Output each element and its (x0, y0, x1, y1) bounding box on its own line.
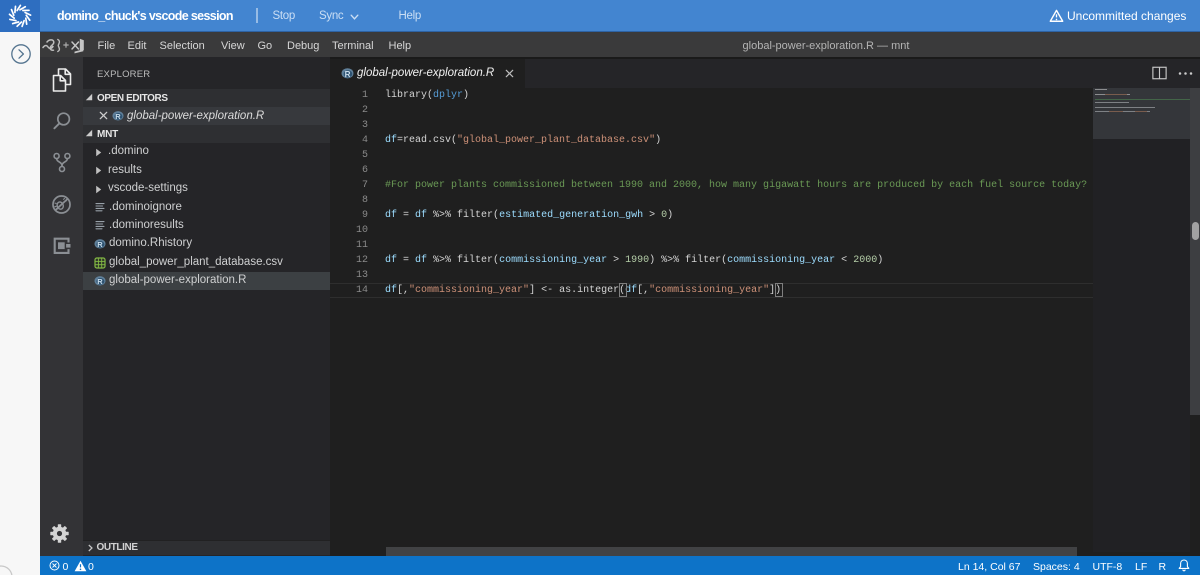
svg-text:R: R (97, 240, 103, 249)
svg-text:R: R (97, 277, 103, 286)
svg-text:R: R (345, 70, 351, 79)
svg-text:R: R (115, 112, 121, 121)
